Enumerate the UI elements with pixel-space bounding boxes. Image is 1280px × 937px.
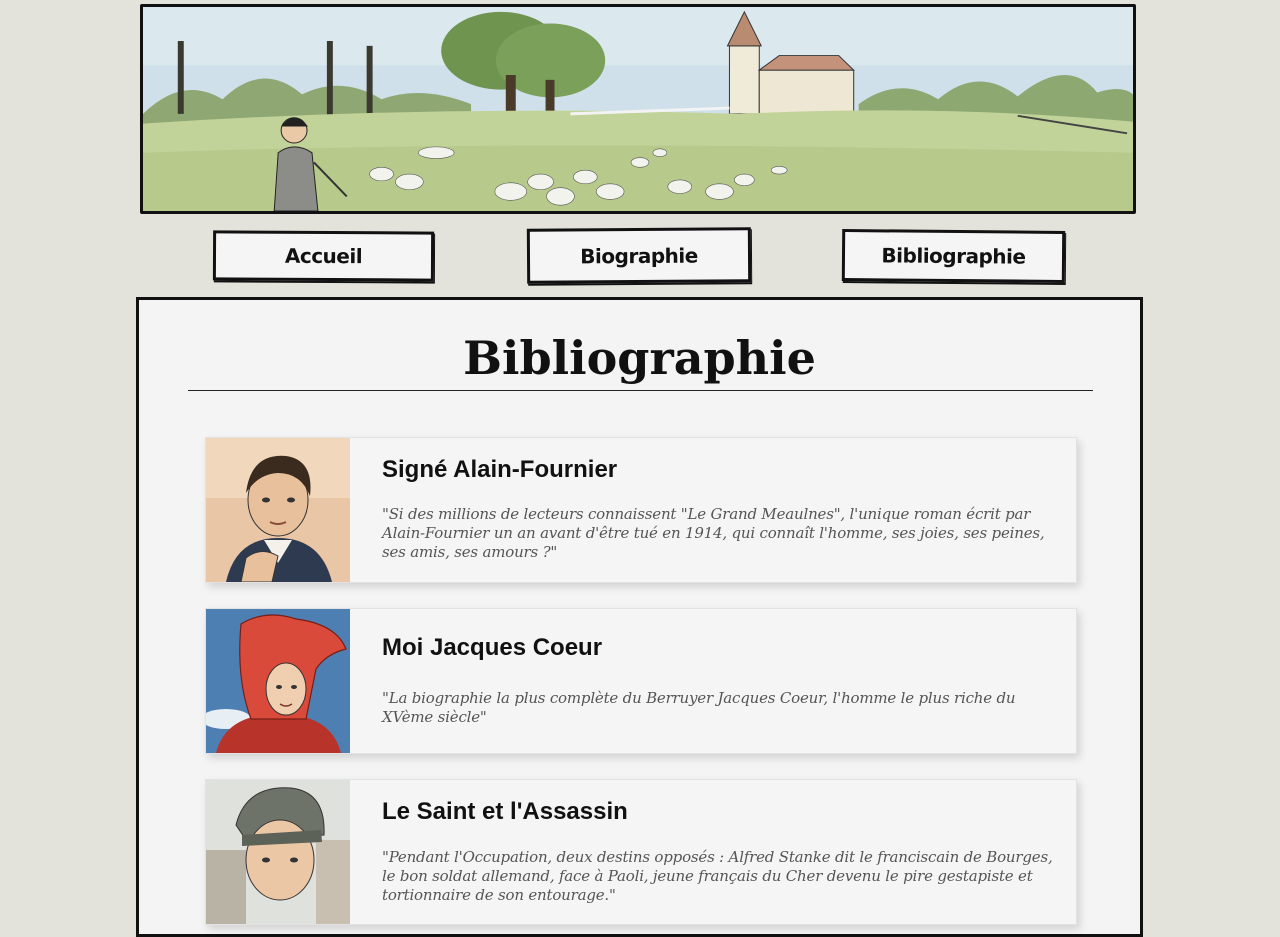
nav-biographie-label: Biographie xyxy=(580,243,698,268)
countryside-illustration xyxy=(143,7,1133,211)
book-description: "Pendant l'Occupation, deux destins oppo… xyxy=(382,848,1053,904)
title-divider xyxy=(188,390,1093,391)
book-title: Le Saint et l'Assassin xyxy=(382,798,628,825)
portrait-soldier xyxy=(206,780,350,924)
book-cover-image xyxy=(206,609,350,753)
book-title: Signé Alain-Fournier xyxy=(382,456,618,483)
book-description: "La biographie la plus complète du Berru… xyxy=(382,689,1016,726)
book-card-moi-jacques-coeur[interactable]: Moi Jacques Coeur "La biographie la plus… xyxy=(205,608,1077,754)
content-panel: Bibliographie Signé Alain-Fournier "Si d… xyxy=(136,297,1143,937)
portrait-alain-fournier xyxy=(206,438,350,582)
book-card-le-saint-et-l-assassin[interactable]: Le Saint et l'Assassin "Pendant l'Occupa… xyxy=(205,779,1077,925)
nav-bibliographie-button[interactable]: Bibliographie xyxy=(841,229,1066,283)
nav-accueil-label: Accueil xyxy=(284,243,363,269)
portrait-jacques-coeur xyxy=(206,609,350,753)
header-banner xyxy=(140,4,1136,214)
page-title: Bibliographie xyxy=(463,331,816,385)
book-cover-image xyxy=(206,438,350,582)
nav-biographie-button[interactable]: Biographie xyxy=(526,227,752,284)
book-description: "Si des millions de lecteurs connaissent… xyxy=(382,505,1045,561)
nav-bibliographie-label: Bibliographie xyxy=(881,243,1026,269)
book-title: Moi Jacques Coeur xyxy=(382,634,603,661)
book-cover-image xyxy=(206,780,350,924)
book-card-signe-alain-fournier[interactable]: Signé Alain-Fournier "Si des millions de… xyxy=(205,437,1077,583)
nav-accueil-button[interactable]: Accueil xyxy=(212,230,435,282)
